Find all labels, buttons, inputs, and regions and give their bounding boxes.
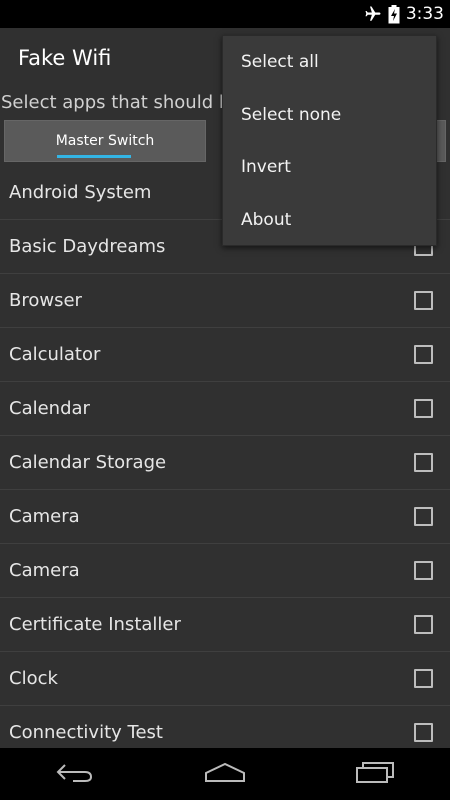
menu-item-select-all[interactable]: Select all — [223, 36, 436, 89]
list-item[interactable]: Calendar — [0, 382, 450, 436]
list-item-checkbox[interactable] — [414, 722, 433, 742]
screen: 3:33 Fake Wifi Select apps that should b… — [0, 0, 450, 800]
menu-item-invert[interactable]: Invert — [223, 141, 436, 194]
overflow-menu: Select all Select none Invert About — [222, 35, 437, 246]
master-switch-button[interactable]: Master Switch — [4, 120, 206, 162]
list-item-checkbox[interactable] — [414, 614, 433, 634]
list-item-checkbox[interactable] — [414, 668, 433, 688]
list-item[interactable]: Camera — [0, 544, 450, 598]
list-item-label: Android System — [9, 182, 152, 203]
list-item-checkbox[interactable] — [414, 506, 433, 526]
list-item-checkbox[interactable] — [414, 398, 433, 418]
back-icon — [55, 761, 95, 787]
list-item-label: Connectivity Test — [9, 722, 163, 743]
secondary-switch-button[interactable] — [436, 120, 446, 162]
list-item-checkbox[interactable] — [414, 344, 433, 364]
list-item-label: Browser — [9, 290, 82, 311]
home-button[interactable] — [185, 748, 265, 800]
menu-item-about[interactable]: About — [223, 194, 436, 247]
list-item-label: Calendar — [9, 398, 90, 419]
list-item-label: Certificate Installer — [9, 614, 181, 635]
status-time: 3:33 — [405, 4, 444, 24]
app-title: Fake Wifi — [18, 46, 112, 70]
master-switch-indicator — [57, 155, 131, 158]
list-item-label: Camera — [9, 506, 80, 527]
list-item-checkbox[interactable] — [414, 290, 433, 310]
status-bar: 3:33 — [0, 0, 450, 28]
navigation-bar — [0, 748, 450, 800]
list-item-checkbox[interactable] — [414, 560, 433, 580]
list-item-label: Clock — [9, 668, 58, 689]
list-item[interactable]: Calendar Storage — [0, 436, 450, 490]
list-item-label: Calendar Storage — [9, 452, 167, 473]
list-item-label: Camera — [9, 560, 80, 581]
list-item[interactable]: Clock — [0, 652, 450, 706]
list-item[interactable]: Certificate Installer — [0, 598, 450, 652]
list-item[interactable]: Camera — [0, 490, 450, 544]
list-item-label: Basic Daydreams — [9, 236, 166, 257]
airplane-mode-icon — [364, 5, 382, 23]
battery-charging-icon — [388, 4, 400, 24]
home-icon — [204, 761, 246, 787]
recent-apps-button[interactable] — [335, 748, 415, 800]
list-item-label: Calculator — [9, 344, 101, 365]
master-switch-label: Master Switch — [55, 133, 155, 149]
app-list: Android System Basic Daydreams Browser C… — [0, 166, 450, 760]
back-button[interactable] — [35, 748, 115, 800]
menu-item-select-none[interactable]: Select none — [223, 89, 436, 142]
list-item-checkbox[interactable] — [414, 452, 433, 472]
recent-apps-icon — [355, 761, 395, 787]
list-item[interactable]: Calculator — [0, 328, 450, 382]
list-item[interactable]: Browser — [0, 274, 450, 328]
